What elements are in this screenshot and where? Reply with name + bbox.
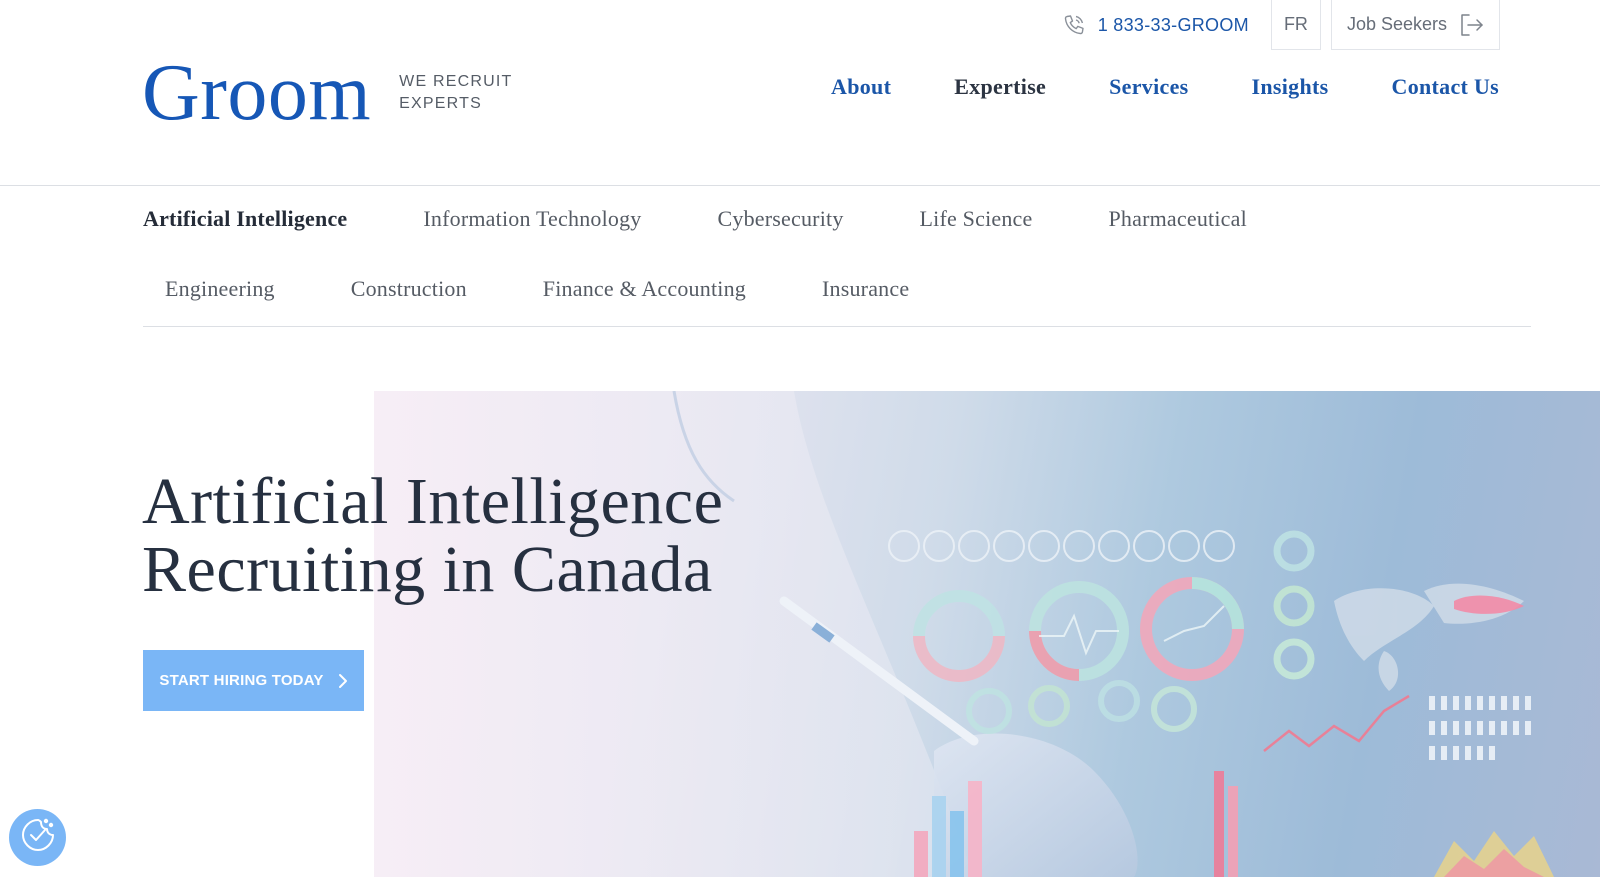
- hero-title-line-1: Artificial Intelligence: [142, 465, 724, 538]
- category-finance-accounting[interactable]: Finance & Accounting: [543, 276, 746, 302]
- start-hiring-label: START HIRING TODAY: [159, 672, 324, 689]
- cookie-consent-button[interactable]: [9, 809, 66, 866]
- header-divider: [0, 185, 1600, 186]
- chevron-right-icon: [338, 673, 348, 689]
- nav-about[interactable]: About: [831, 74, 891, 100]
- category-construction[interactable]: Construction: [351, 276, 467, 302]
- nav-contact-us[interactable]: Contact Us: [1392, 74, 1500, 100]
- page: 1 833-33-GROOM FR Job Seekers Groom WE R…: [0, 0, 1600, 877]
- category-information-technology[interactable]: Information Technology: [423, 206, 641, 232]
- hero-analytics-image: [374, 391, 1600, 877]
- start-hiring-button[interactable]: START HIRING TODAY: [143, 650, 364, 711]
- category-engineering[interactable]: Engineering: [165, 276, 275, 302]
- job-seekers-label: Job Seekers: [1346, 14, 1447, 34]
- sign-in-arrow-icon: [1459, 12, 1485, 38]
- groom-logo[interactable]: Groom WE RECRUIT EXPERTS: [142, 49, 529, 137]
- job-seekers-button[interactable]: Job Seekers: [1330, 0, 1500, 50]
- main-nav: About Expertise Services Insights Contac…: [831, 74, 1499, 100]
- logo-tagline: WE RECRUIT EXPERTS: [399, 73, 513, 112]
- nav-expertise[interactable]: Expertise: [954, 74, 1046, 100]
- cookie-consent-icon: [19, 816, 57, 859]
- category-pharmaceutical[interactable]: Pharmaceutical: [1108, 206, 1246, 232]
- category-divider: [143, 326, 1531, 327]
- phone-icon: [1062, 13, 1086, 37]
- category-nav-row-2: Engineering Construction Finance & Accou…: [165, 276, 909, 302]
- category-life-science[interactable]: Life Science: [920, 206, 1033, 232]
- category-nav-row-1: Artificial Intelligence Information Tech…: [143, 206, 1247, 232]
- category-cybersecurity[interactable]: Cybersecurity: [718, 206, 844, 232]
- phone-link[interactable]: 1 833-33-GROOM: [1062, 0, 1271, 50]
- category-insurance[interactable]: Insurance: [822, 276, 909, 302]
- language-toggle[interactable]: FR: [1270, 0, 1321, 50]
- hero-title-line-2: Recruiting in Canada: [142, 533, 713, 606]
- hero-title: Artificial Intelligence Recruiting in Ca…: [142, 468, 842, 604]
- utility-bar: 1 833-33-GROOM FR Job Seekers: [1062, 0, 1500, 50]
- logo-wordmark: Groom: [142, 49, 372, 137]
- nav-insights[interactable]: Insights: [1252, 74, 1329, 100]
- phone-number: 1 833-33-GROOM: [1097, 14, 1249, 35]
- category-artificial-intelligence[interactable]: Artificial Intelligence: [143, 206, 347, 232]
- nav-services[interactable]: Services: [1109, 74, 1188, 100]
